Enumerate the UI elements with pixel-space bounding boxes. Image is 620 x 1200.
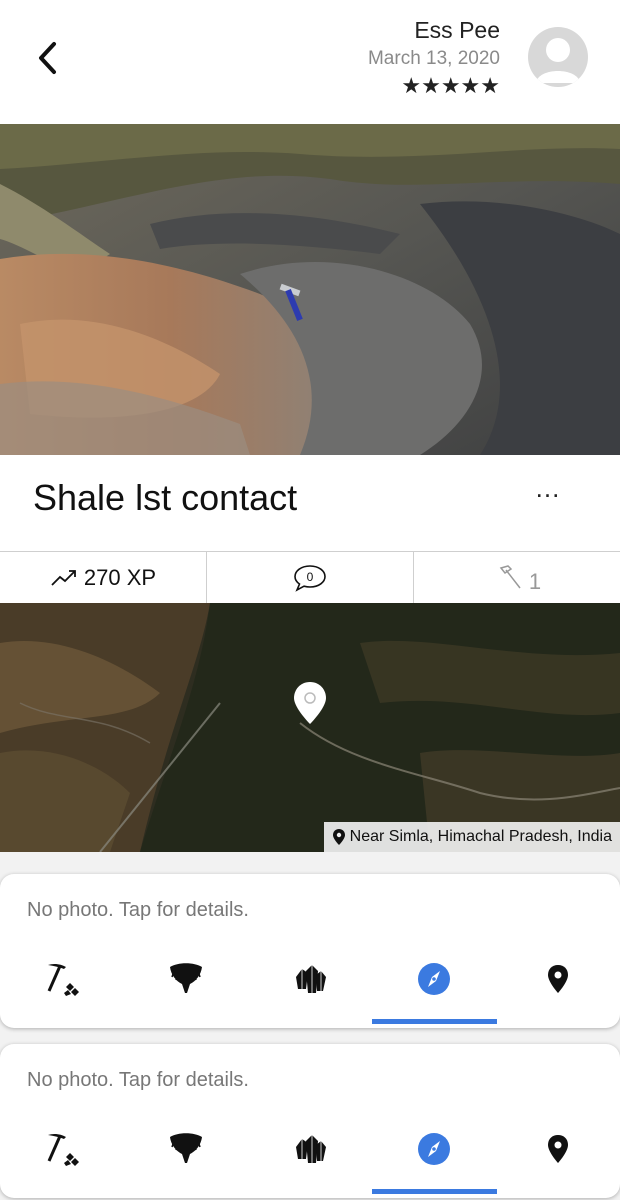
hammer-stat[interactable]: 1 — [414, 552, 620, 603]
location-map[interactable]: Near Simla, Himachal Pradesh, India — [0, 603, 620, 852]
header: Ess Pee March 13, 2020 ★★★★★ — [0, 0, 620, 124]
location-pin-icon[interactable] — [538, 959, 578, 999]
category-icon-row — [0, 959, 620, 1009]
hammer-count: 1 — [528, 568, 542, 594]
compass-icon[interactable] — [414, 1129, 454, 1169]
hammer-outline-icon — [499, 564, 521, 588]
card-description[interactable]: No photo. Tap for details. — [27, 1069, 249, 1092]
observation-card[interactable]: No photo. Tap for details. — [0, 874, 620, 1028]
pick-hammer-icon[interactable] — [44, 1129, 84, 1169]
location-label: Near Simla, Himachal Pradesh, India — [323, 822, 620, 852]
minerals-icon[interactable] — [290, 959, 330, 999]
comment-bubble-icon: 0 — [294, 564, 326, 592]
spot-title: Shale lst contact — [33, 477, 298, 518]
minerals-icon[interactable] — [290, 1129, 330, 1169]
trending-up-icon — [51, 569, 76, 586]
fossil-icon[interactable] — [166, 1129, 206, 1169]
card-description[interactable]: No photo. Tap for details. — [27, 899, 249, 922]
satellite-map-image — [0, 603, 620, 852]
active-tab-indicator — [372, 1189, 497, 1194]
comments-stat[interactable]: 0 — [207, 552, 414, 603]
category-icon-row — [0, 1129, 620, 1179]
rating-stars: ★★★★★ — [401, 73, 500, 98]
location-pin-small-icon — [332, 829, 345, 845]
fossil-icon[interactable] — [166, 959, 206, 999]
pick-hammer-icon[interactable] — [44, 959, 84, 999]
active-tab-indicator — [372, 1019, 497, 1024]
avatar[interactable] — [528, 27, 588, 87]
location-text: Near Simla, Himachal Pradesh, India — [349, 828, 612, 845]
user-name[interactable]: Ess Pee — [368, 16, 500, 44]
location-pin-icon[interactable] — [538, 1129, 578, 1169]
compass-icon[interactable] — [414, 959, 454, 999]
user-silhouette-icon — [536, 38, 580, 83]
comments-count: 0 — [307, 570, 314, 584]
title-bar: Shale lst contact ... — [0, 455, 620, 551]
xp-value: 270 XP — [83, 564, 157, 590]
post-date: March 13, 2020 — [367, 48, 500, 69]
spot-photo[interactable] — [0, 124, 620, 455]
user-info: Ess Pee March 13, 2020 ★★★★★ — [368, 16, 500, 98]
back-chevron-icon[interactable] — [30, 38, 70, 78]
xp-stat[interactable]: 270 XP — [0, 552, 207, 603]
more-options-icon[interactable]: ... — [530, 473, 566, 513]
stats-bar: 270 XP 0 1 — [0, 551, 620, 603]
observation-card[interactable]: No photo. Tap for details. — [0, 1044, 620, 1198]
outcrop-photo-image — [0, 124, 620, 455]
